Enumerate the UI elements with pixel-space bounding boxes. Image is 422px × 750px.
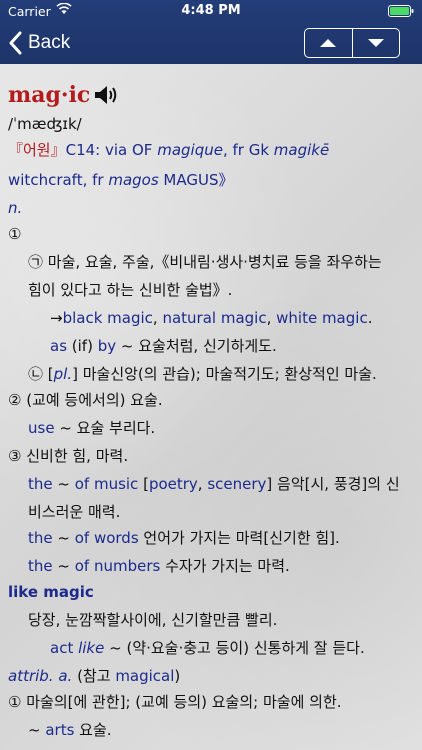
pronunciation: /ˈmæʤɪk/ xyxy=(8,115,82,133)
triangle-up-icon xyxy=(320,39,337,47)
back-button[interactable]: Back xyxy=(8,28,70,58)
sense-3: ③ 신비한 힘, 마력. xyxy=(8,447,129,465)
part-of-speech: n. xyxy=(8,199,23,217)
example-7: ~ arts 요술. xyxy=(28,721,112,739)
chevron-left-icon xyxy=(9,31,22,55)
back-label: Back xyxy=(28,32,71,53)
etymology-line-2: witchcraft, fr magos MAGUS》 xyxy=(8,171,234,189)
example-1: as (if) by ~ 요술처럼, 신기하게도. xyxy=(50,337,277,355)
headword: mag·ic xyxy=(8,82,91,108)
xref-link[interactable]: black magic xyxy=(63,309,153,327)
example-2: use ~ 요술 부리다. xyxy=(28,419,156,437)
triangle-down-icon xyxy=(367,39,384,47)
sense-1-marker: ① xyxy=(8,225,22,243)
sense-1a: ㉠ 마술, 요술, 주술,《비내림·생사·병치료 등을 좌우하는 xyxy=(28,253,382,271)
etymology-line-1: 『어원』C14: via OF magique, fr Gk magikē xyxy=(8,141,330,159)
previous-entry-button[interactable] xyxy=(305,29,352,57)
speaker-icon[interactable] xyxy=(94,84,120,106)
idiom-definition: 당장, 눈깜짝할사이에, 신기할만큼 빨리. xyxy=(28,611,278,629)
xref-link[interactable]: white magic xyxy=(276,309,368,327)
next-entry-button[interactable] xyxy=(351,29,400,57)
attributive-line: attrib. a. (참고 magical) xyxy=(8,667,181,685)
entry-nav-group xyxy=(304,28,400,58)
example-4: the ~ of words 언어가 가지는 마력[신기한 힘]. xyxy=(28,529,340,547)
clock: 4:48 PM xyxy=(181,3,241,18)
dictionary-entry: mag·ic /ˈmæʤɪk/ 『어원』C14: via OF magique,… xyxy=(0,64,422,750)
cross-references: →black magic, natural magic, white magic… xyxy=(50,309,373,327)
sense-1b: ㉡ [pl.] 마술신앙(의 관습); 마술적기도; 환상적인 마술. xyxy=(28,365,377,383)
sense-1a-cont: 힘이 있다고 하는 신비한 술법》. xyxy=(28,281,233,299)
sense-2: ② (교예 등에서의) 요술. xyxy=(8,391,163,409)
battery-icon xyxy=(388,5,414,17)
status-bar: Carrier 4:48 PM xyxy=(0,0,422,22)
idiom-heading: like magic xyxy=(8,583,94,601)
xref-link[interactable]: magical xyxy=(115,667,174,685)
example-3-cont: 비스러운 매력. xyxy=(28,503,121,521)
example-3: the ~ of music [poetry, scenery] 음악[시, 풍… xyxy=(28,475,400,493)
example-5: the ~ of numbers 수자가 가지는 마력. xyxy=(28,557,290,575)
example-6: act like ~ (약·요술·충고 등이) 신통하게 잘 듣다. xyxy=(50,639,365,657)
xref-link[interactable]: natural magic xyxy=(162,309,266,327)
adj-sense-1: ① 마술의[에 관한]; (교예 등의) 요술의; 마술에 의한. xyxy=(8,693,342,711)
navigation-bar: Carrier 4:48 PM Back xyxy=(0,0,422,64)
